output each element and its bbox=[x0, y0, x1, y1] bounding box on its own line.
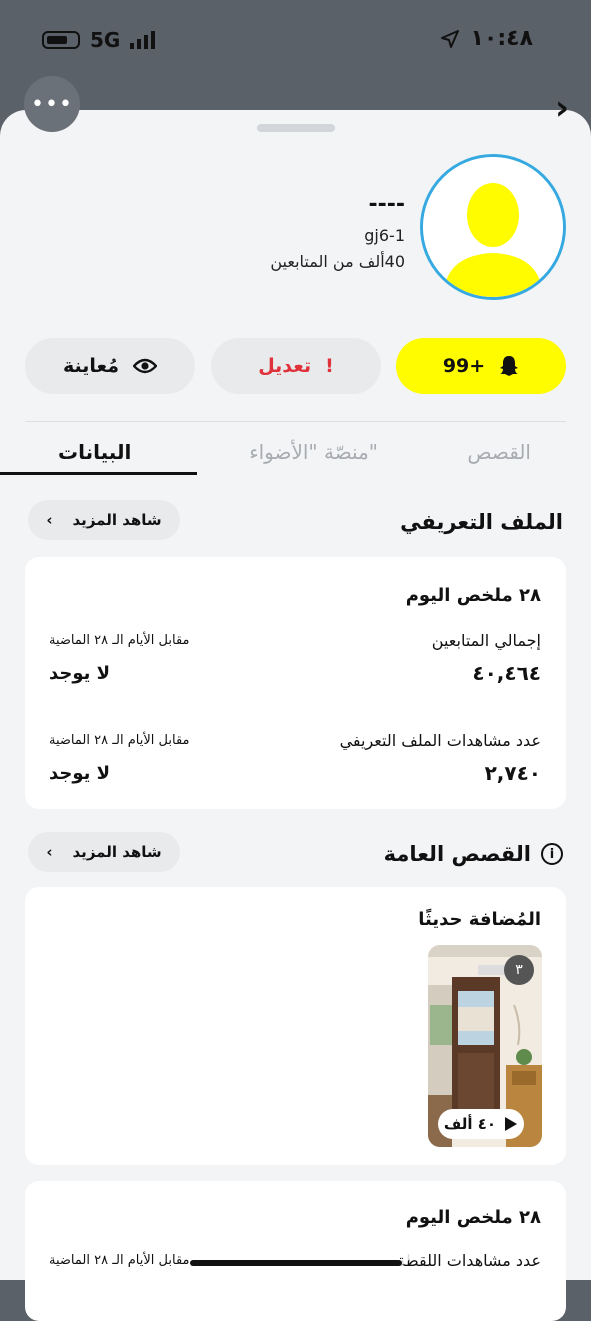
active-tab-indicator bbox=[0, 472, 197, 475]
profile-handle: gj6-1 bbox=[364, 226, 405, 245]
profile-stats-card: ٢٨ ملخص اليوم إجمالي المتابعين ٤٠,٤٦٤ مق… bbox=[25, 557, 566, 809]
profile-see-more-button[interactable]: ‹ شاهد المزيد bbox=[28, 500, 180, 540]
bottom-stats-card: ٢٨ ملخص اليوم عدد مشاهدات اللقطة مقابل ا… bbox=[25, 1181, 566, 1321]
compare-label: مقابل الأيام الـ ٢٨ الماضية bbox=[49, 1253, 190, 1268]
notifications-button[interactable]: 99+ bbox=[396, 338, 566, 394]
signal-icon bbox=[130, 31, 156, 49]
compare-label: مقابل الأيام الـ ٢٨ الماضية bbox=[49, 633, 190, 648]
alert-icon: ! bbox=[325, 355, 334, 377]
chevron-right-icon[interactable]: › bbox=[555, 88, 569, 128]
sheet-grabber[interactable] bbox=[257, 124, 335, 132]
recent-title: المُضافة حديثًا bbox=[418, 909, 541, 930]
story-thumbnail[interactable]: ٣ ٤٠ ألف bbox=[428, 945, 542, 1147]
compare-value: لا يوجد bbox=[49, 763, 111, 784]
tab-insights[interactable]: البيانات bbox=[58, 440, 131, 464]
edit-label: تعديل bbox=[258, 355, 312, 377]
public-stories-title-text: القصص العامة bbox=[383, 842, 531, 866]
clock: ١٠:٤٨ bbox=[470, 26, 533, 51]
play-icon bbox=[505, 1117, 518, 1131]
battery-icon bbox=[42, 31, 80, 49]
views-count: ٤٠ ألف bbox=[443, 1115, 497, 1133]
compare-label: مقابل الأيام الـ ٢٨ الماضية bbox=[49, 733, 190, 748]
network-label: 5G bbox=[90, 28, 121, 52]
public-stories-card: المُضافة حديثًا ٣ ٤٠ ألف bbox=[25, 887, 566, 1165]
stat-value: ٢,٧٤٠ bbox=[484, 761, 541, 785]
status-right: ١٠:٤٨ bbox=[440, 26, 533, 51]
ellipsis-icon: ••• bbox=[31, 91, 73, 117]
profile-section-title: الملف التعريفي bbox=[400, 510, 563, 534]
public-stories-title: القصص العامة i bbox=[384, 842, 563, 866]
chevron-left-icon: ‹ bbox=[46, 511, 53, 529]
tab-stories[interactable]: القصص bbox=[467, 440, 531, 464]
status-left: 5G bbox=[42, 28, 156, 52]
profile-sheet: ---- gj6-1 40ألف من المتابعين 99+ تعديل … bbox=[0, 110, 591, 1321]
profile-section-title-text: الملف التعريفي bbox=[400, 510, 563, 534]
stat-label: إجمالي المتابعين bbox=[431, 631, 541, 650]
bitmoji-silhouette-icon bbox=[423, 157, 563, 297]
location-arrow-icon bbox=[441, 29, 460, 48]
story-views-pill: ٤٠ ألف bbox=[438, 1109, 524, 1139]
see-more-label: شاهد المزيد bbox=[72, 843, 162, 861]
status-bar: 5G ١٠:٤٨ bbox=[0, 0, 591, 80]
follower-count: 40ألف من المتابعين bbox=[270, 252, 405, 271]
stories-see-more-button[interactable]: ‹ شاهد المزيد bbox=[28, 832, 180, 872]
chevron-left-icon: ‹ bbox=[46, 843, 53, 861]
preview-button[interactable]: مُعاينة bbox=[25, 338, 195, 394]
summary-title: ٢٨ ملخص اليوم bbox=[405, 1207, 541, 1228]
stat-label: عدد مشاهدات الملف التعريفي bbox=[339, 731, 541, 750]
tab-spotlight[interactable]: منصّة "الأضواء" bbox=[249, 440, 378, 464]
notifications-count: 99+ bbox=[442, 355, 486, 377]
summary-title: ٢٨ ملخص اليوم bbox=[405, 585, 541, 606]
divider bbox=[25, 421, 566, 422]
see-more-label: شاهد المزيد bbox=[72, 511, 162, 529]
home-indicator[interactable] bbox=[190, 1260, 402, 1266]
compare-value: لا يوجد bbox=[49, 663, 111, 684]
eye-icon bbox=[133, 358, 158, 374]
story-count-badge: ٣ bbox=[504, 955, 534, 985]
stat-value: ٤٠,٤٦٤ bbox=[472, 661, 541, 685]
preview-label: مُعاينة bbox=[62, 355, 120, 377]
profile-name: ---- bbox=[368, 192, 405, 217]
avatar[interactable] bbox=[420, 154, 566, 300]
more-options-button[interactable]: ••• bbox=[24, 76, 80, 132]
info-icon[interactable]: i bbox=[541, 843, 563, 865]
ghost-icon bbox=[500, 356, 519, 376]
edit-button[interactable]: تعديل ! bbox=[211, 338, 381, 394]
